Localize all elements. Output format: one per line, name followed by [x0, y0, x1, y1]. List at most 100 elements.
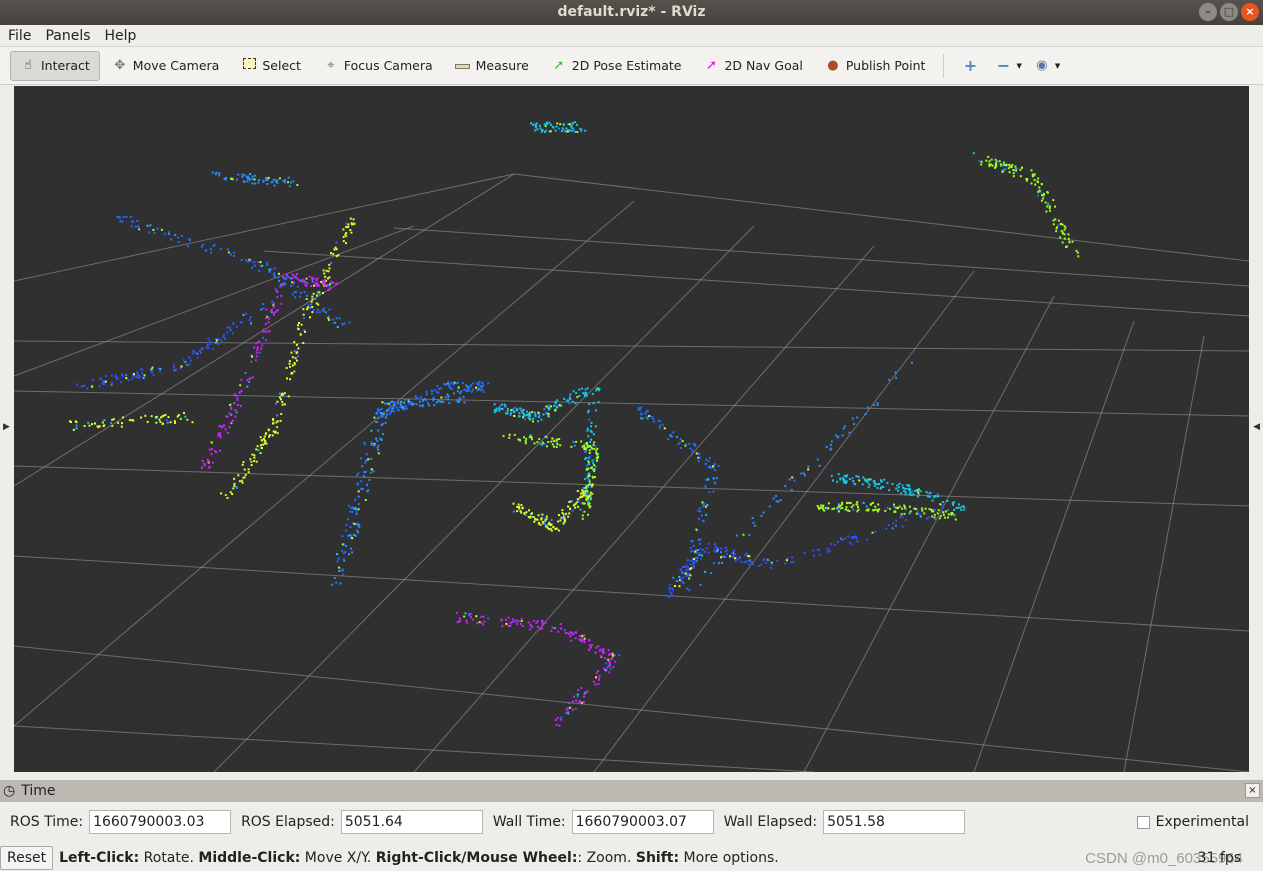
cloud-point [593, 464, 596, 467]
cloud-point [261, 443, 264, 446]
cloud-point [1063, 228, 1066, 231]
cloud-point [291, 372, 293, 374]
cloud-point [844, 537, 847, 540]
cloud-point [575, 392, 578, 395]
cloud-point [141, 372, 144, 375]
cloud-point [644, 412, 647, 415]
checkbox-box[interactable] [1136, 815, 1150, 829]
cloud-point [161, 422, 164, 425]
cloud-point [757, 565, 760, 568]
cloud-point [313, 284, 315, 287]
cloud-point [701, 554, 704, 557]
cloud-point [259, 452, 262, 455]
cloud-point [947, 513, 950, 516]
cloud-point [818, 553, 821, 556]
cloud-point [281, 403, 284, 406]
cloud-point [231, 177, 234, 180]
grid-line [1123, 335, 1205, 772]
experimental-checkbox[interactable]: Experimental [1136, 814, 1249, 830]
left-panel-toggle[interactable]: ▶ [3, 422, 10, 432]
3d-viewport[interactable] [14, 86, 1249, 772]
tool-publish-point[interactable]: ● Publish Point [815, 51, 936, 81]
cloud-point [531, 411, 534, 414]
cloud-point [256, 351, 259, 354]
wall-elapsed-field[interactable]: 5051.58 [823, 810, 966, 834]
tool-focus-camera[interactable]: ⌖ Focus Camera [313, 51, 443, 81]
cloud-point [249, 259, 252, 262]
tool-select[interactable]: Select [231, 51, 311, 81]
cloud-point [527, 621, 530, 624]
cloud-point [271, 434, 274, 437]
cloud-point [723, 556, 726, 558]
cloud-point [291, 273, 294, 276]
cloud-point [584, 391, 587, 394]
cloud-point [256, 346, 259, 349]
cloud-point [588, 463, 590, 466]
cloud-point [586, 443, 589, 446]
menu-panels[interactable]: Panels [45, 28, 90, 44]
cloud-point [577, 505, 580, 508]
cloud-point [268, 268, 271, 271]
reset-button[interactable]: Reset [0, 846, 54, 870]
cloud-point [546, 122, 549, 125]
close-button[interactable]: × [1241, 3, 1259, 21]
remove-tool-button[interactable]: − ▼ [990, 51, 1026, 81]
cloud-point [607, 658, 610, 661]
cloud-point [272, 178, 275, 181]
cloud-point [121, 220, 124, 223]
cloud-point [790, 488, 793, 491]
menu-help[interactable]: Help [105, 28, 137, 44]
cloud-point [942, 501, 945, 504]
cloud-point [946, 509, 949, 512]
tool-move-camera[interactable]: ✥ Move Camera [102, 51, 230, 81]
cloud-point [527, 515, 530, 518]
menu-file[interactable]: File [8, 28, 31, 44]
view-tool-button[interactable]: ◉ ▼ [1029, 51, 1065, 81]
plus-icon: + [963, 56, 978, 75]
cloud-point [530, 436, 533, 439]
cloud-point [72, 428, 75, 431]
tool-2d-pose-estimate[interactable]: ➚ 2D Pose Estimate [541, 51, 692, 81]
cloud-point [272, 306, 275, 309]
cloud-point [547, 407, 550, 410]
cloud-point [668, 589, 671, 592]
cloud-point [255, 342, 258, 345]
tool-2d-nav-goal[interactable]: ➚ 2D Nav Goal [693, 51, 812, 81]
cloud-point [234, 415, 237, 418]
cloud-point [556, 716, 559, 719]
cloud-point [339, 582, 342, 585]
add-tool-button[interactable]: + [952, 51, 988, 81]
cloud-point [545, 436, 548, 439]
cloud-point [579, 700, 582, 703]
cloud-point [102, 425, 105, 428]
cloud-point [212, 347, 215, 350]
ros-time-field[interactable]: 1660790003.03 [89, 810, 232, 834]
cloud-point [463, 615, 466, 618]
cloud-point [547, 412, 550, 415]
tool-measure[interactable]: Measure [445, 51, 539, 81]
cloud-point [471, 388, 474, 391]
cloud-point [995, 164, 998, 167]
ros-elapsed-field[interactable]: 5051.64 [340, 810, 483, 834]
wall-time-field[interactable]: 1660790003.07 [571, 810, 714, 834]
right-panel-toggle[interactable]: ◀ [1253, 422, 1260, 432]
cloud-point [100, 377, 102, 380]
maximize-button[interactable]: □ [1220, 3, 1238, 21]
cloud-point [232, 255, 235, 257]
cloud-point [500, 408, 503, 410]
ros-elapsed-label: ROS Elapsed: [241, 814, 335, 830]
cloud-point [681, 440, 684, 443]
cloud-point [1067, 233, 1070, 236]
cloud-point [158, 418, 161, 421]
cloud-point [946, 500, 949, 502]
tool-interact[interactable]: ☝ Interact [10, 50, 100, 81]
minimize-button[interactable]: – [1199, 3, 1217, 21]
close-panel-button[interactable]: × [1245, 783, 1260, 798]
cloud-point [705, 547, 708, 550]
cloud-point [901, 486, 904, 489]
cloud-point [335, 248, 338, 251]
cloud-point [293, 341, 296, 344]
cloud-point [537, 420, 539, 423]
cloud-point [574, 121, 577, 124]
cloud-point [687, 566, 690, 569]
